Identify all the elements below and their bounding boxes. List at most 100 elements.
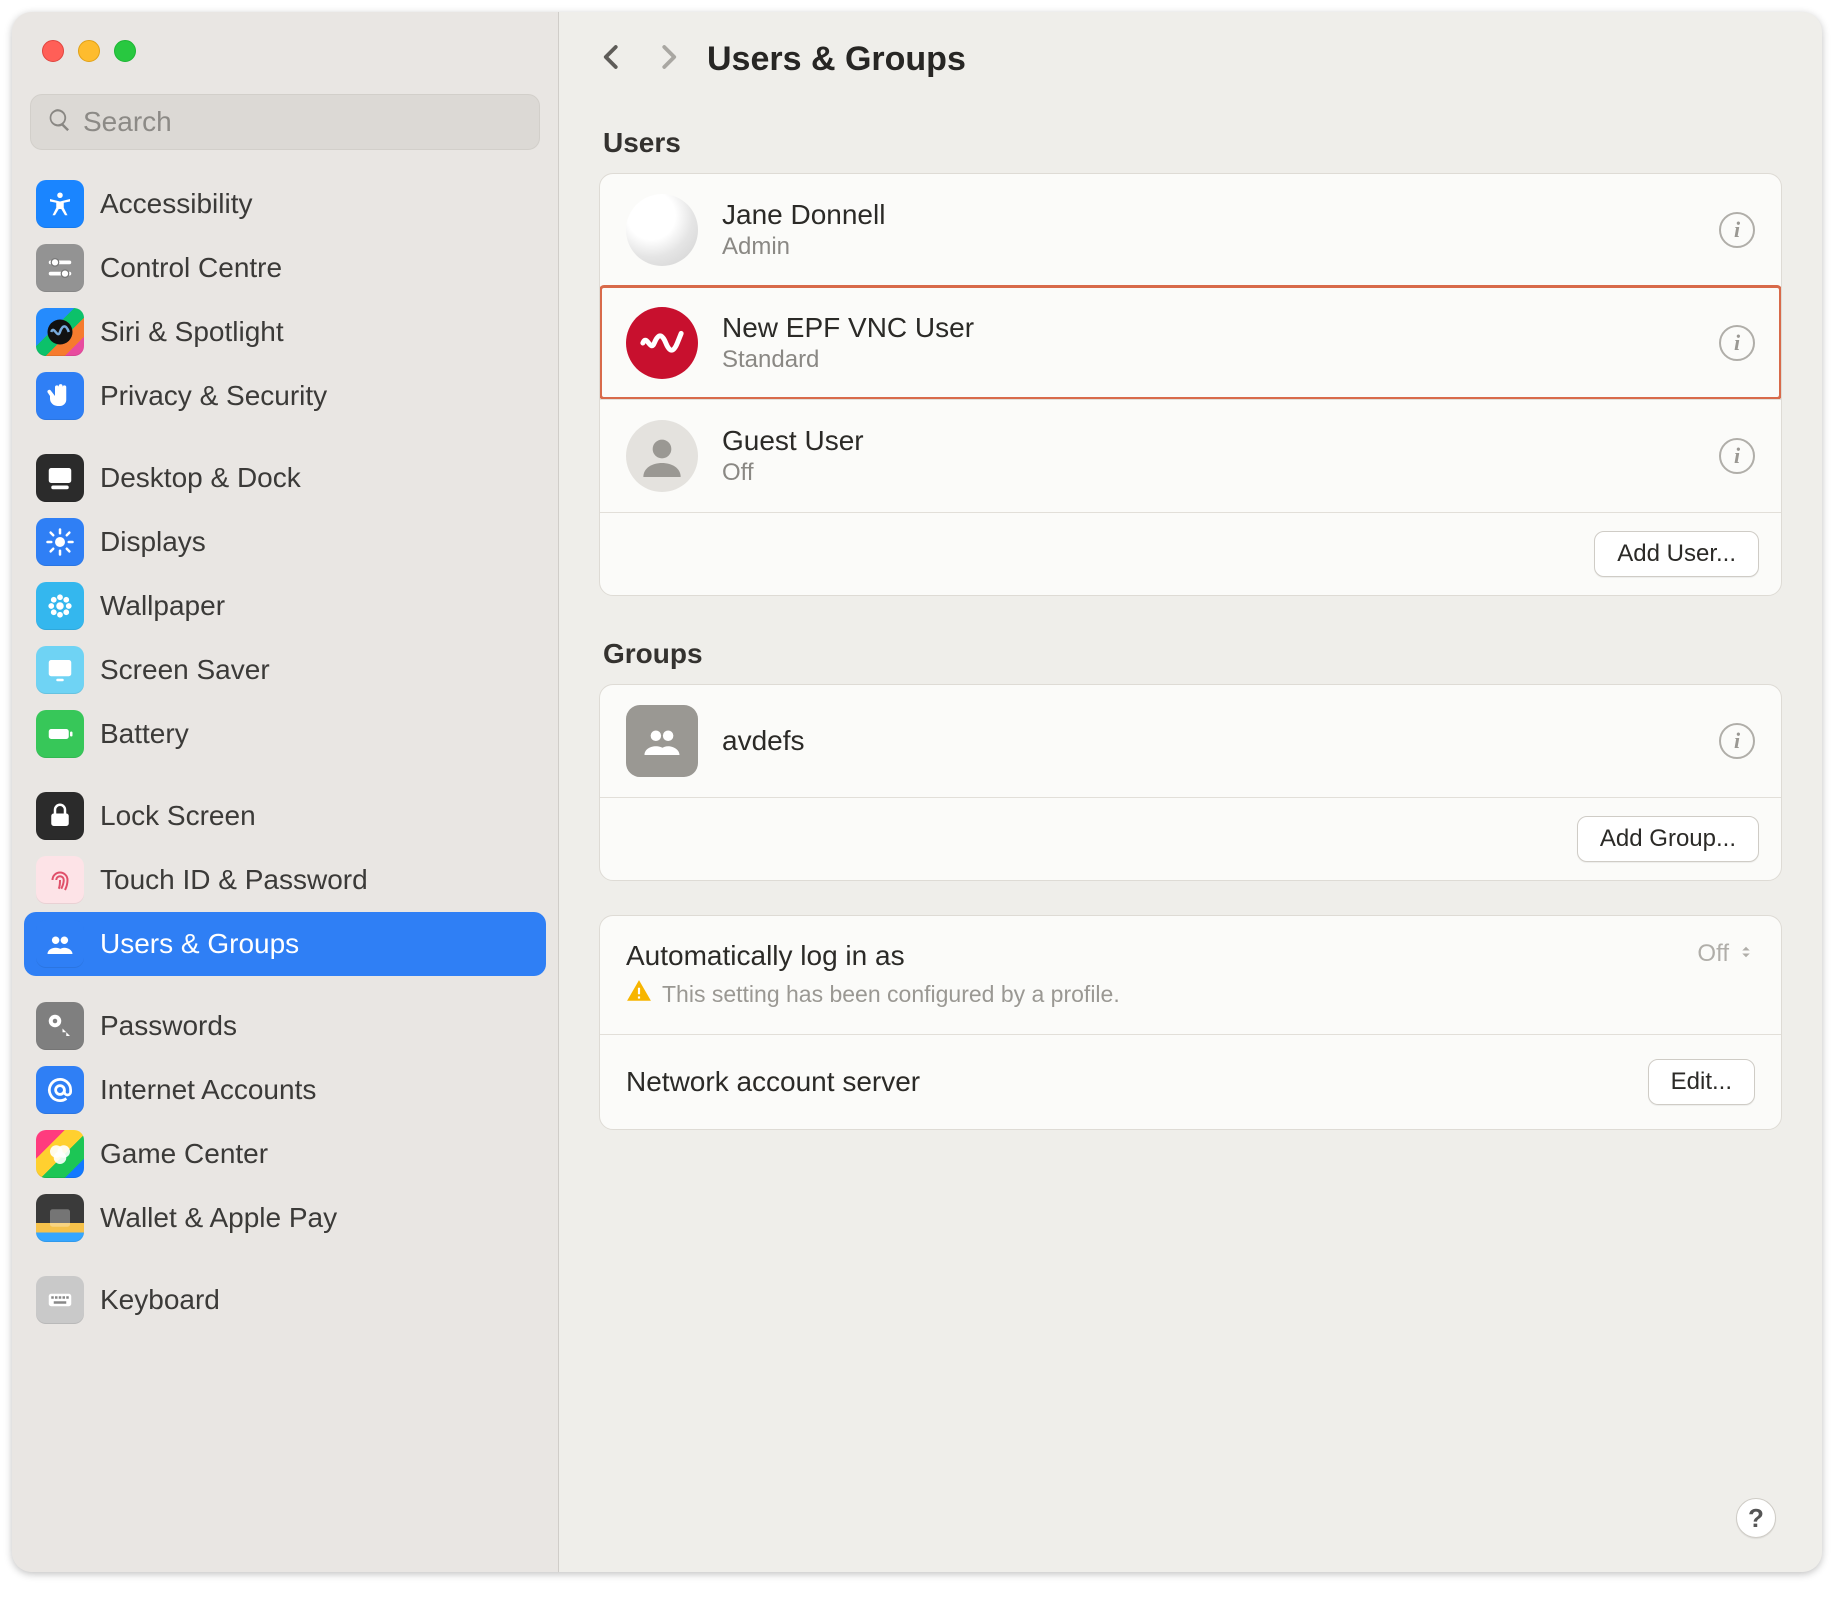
people-icon [36,920,84,968]
group-name: avdefs [722,725,1695,757]
add-group-button[interactable]: Add Group... [1577,816,1759,862]
sidebar-item-label: Game Center [100,1138,268,1170]
flower-icon [36,582,84,630]
back-button[interactable] [597,42,627,77]
at-icon [36,1066,84,1114]
sidebar-item-label: Siri & Spotlight [100,316,284,348]
sidebar-item-label: Desktop & Dock [100,462,301,494]
wallet-icon [36,1194,84,1242]
add-user-button[interactable]: Add User... [1594,531,1759,577]
sidebar-item-displays[interactable]: Displays [24,510,546,574]
auto-login-select[interactable]: Off [1697,940,1755,968]
gamecenter-icon [36,1130,84,1178]
maximize-window-button[interactable] [114,40,136,62]
user-avatar [626,307,698,379]
user-name: Jane Donnell [722,199,1695,231]
window-controls [12,12,558,80]
user-info-button[interactable]: i [1719,438,1755,474]
titlebar: Users & Groups [559,12,1822,99]
select-stepper-icon [1737,940,1755,968]
sidebar-item-label: Touch ID & Password [100,864,368,896]
sidebar-item-wallpaper[interactable]: Wallpaper [24,574,546,638]
auto-login-value: Off [1697,940,1729,968]
battery-icon [36,710,84,758]
sidebar-item-desktop-dock[interactable]: Desktop & Dock [24,446,546,510]
sidebar-item-label: Control Centre [100,252,282,284]
sidebar-item-accessibility[interactable]: Accessibility [24,172,546,236]
sidebar-item-screen-saver[interactable]: Screen Saver [24,638,546,702]
main-scroll[interactable]: Users Jane DonnellAdminiNew EPF VNC User… [559,99,1822,1572]
sidebar-nav: Accessibility Control Centre Siri & Spotli… [12,168,558,1572]
edit-network-server-button[interactable]: Edit... [1648,1059,1755,1105]
network-server-row: Network account server Edit... [600,1034,1781,1129]
siri-icon [36,308,84,356]
sidebar-item-battery[interactable]: Battery [24,702,546,766]
settings-window: Accessibility Control Centre Siri & Spotli… [12,12,1822,1572]
group-icon [626,705,698,777]
hand-icon [36,372,84,420]
search-input[interactable] [83,106,523,138]
user-role: Admin [722,233,1695,261]
sidebar-item-label: Passwords [100,1010,237,1042]
sidebar-item-label: Internet Accounts [100,1074,316,1106]
user-role: Off [722,459,1695,487]
search-icon [47,107,73,138]
sidebar-item-label: Wallpaper [100,590,225,622]
sidebar-item-keyboard[interactable]: Keyboard [24,1268,546,1332]
help-button[interactable]: ? [1736,1498,1776,1538]
forward-button[interactable] [653,42,683,77]
sliders-icon [36,244,84,292]
search-field[interactable] [30,94,540,150]
auto-login-row: Automatically log in as This setting has… [600,916,1781,1034]
user-name: New EPF VNC User [722,312,1695,344]
minimize-window-button[interactable] [78,40,100,62]
dock-icon [36,454,84,502]
group-row[interactable]: avdefsi [600,685,1781,797]
sidebar-item-label: Lock Screen [100,800,256,832]
sidebar-item-control-centre[interactable]: Control Centre [24,236,546,300]
sidebar-item-privacy-security[interactable]: Privacy & Security [24,364,546,428]
user-row[interactable]: Guest UserOffi [600,399,1781,512]
settings-card: Automatically log in as This setting has… [599,915,1782,1130]
groups-section-label: Groups [603,638,1782,670]
accessibility-icon [36,180,84,228]
sidebar-item-touch-id-password[interactable]: Touch ID & Password [24,848,546,912]
sidebar-item-siri-spotlight[interactable]: Siri & Spotlight [24,300,546,364]
sidebar: Accessibility Control Centre Siri & Spotli… [12,12,559,1572]
network-server-label: Network account server [626,1066,1624,1098]
keyboard-icon [36,1276,84,1324]
group-info-button[interactable]: i [1719,723,1755,759]
sidebar-item-label: Wallet & Apple Pay [100,1202,337,1234]
sidebar-item-internet-accounts[interactable]: Internet Accounts [24,1058,546,1122]
sidebar-item-wallet-apple-pay[interactable]: Wallet & Apple Pay [24,1186,546,1250]
sidebar-item-passwords[interactable]: Passwords [24,994,546,1058]
sidebar-item-game-center[interactable]: Game Center [24,1122,546,1186]
auto-login-note: This setting has been configured by a pr… [662,981,1120,1008]
sidebar-item-users-groups[interactable]: Users & Groups [24,912,546,976]
content: Users & Groups Users Jane DonnellAdminiN… [559,12,1822,1572]
user-avatar [626,420,698,492]
user-info-button[interactable]: i [1719,325,1755,361]
sidebar-item-lock-screen[interactable]: Lock Screen [24,784,546,848]
close-window-button[interactable] [42,40,64,62]
user-info-button[interactable]: i [1719,212,1755,248]
sidebar-item-label: Battery [100,718,189,750]
sidebar-item-label: Privacy & Security [100,380,327,412]
page-title: Users & Groups [707,40,966,79]
user-avatar [626,194,698,266]
brightness-icon [36,518,84,566]
user-role: Standard [722,346,1695,374]
warning-icon [626,978,652,1010]
groups-card: avdefsi Add Group... [599,684,1782,881]
screensaver-icon [36,646,84,694]
auto-login-label: Automatically log in as [626,940,1673,972]
sidebar-item-label: Accessibility [100,188,252,220]
lock-icon [36,792,84,840]
user-row[interactable]: New EPF VNC UserStandard i [600,286,1781,399]
users-section-label: Users [603,127,1782,159]
fingerprint-icon [36,856,84,904]
sidebar-item-label: Displays [100,526,206,558]
key-icon [36,1002,84,1050]
sidebar-item-label: Screen Saver [100,654,270,686]
user-row[interactable]: Jane DonnellAdmini [600,174,1781,286]
